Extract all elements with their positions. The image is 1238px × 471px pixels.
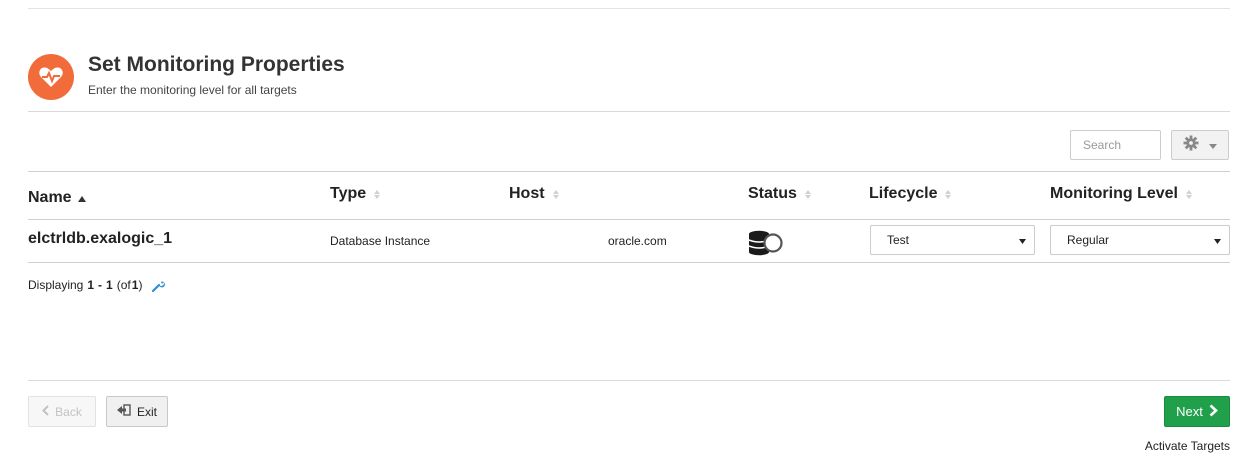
column-header-status[interactable]: Status <box>748 185 811 203</box>
column-header-status-label: Status <box>748 185 797 202</box>
sort-icon <box>804 189 811 199</box>
page-subtitle: Enter the monitoring level for all targe… <box>88 83 297 97</box>
column-header-type-label: Type <box>330 185 367 202</box>
table-header-divider <box>28 219 1230 220</box>
header-divider <box>28 111 1230 112</box>
chevron-left-icon <box>42 404 49 419</box>
footer-divider <box>28 380 1230 381</box>
column-header-lifecycle-label: Lifecycle <box>869 185 938 202</box>
back-button[interactable]: Back <box>28 396 96 427</box>
wrench-icon[interactable] <box>152 279 166 292</box>
monitoring-level-select[interactable]: Regular <box>1050 225 1230 255</box>
next-step-label: Activate Targets <box>1144 439 1230 453</box>
pagination-close: ) <box>138 278 143 292</box>
column-header-host-label: Host <box>509 185 545 202</box>
sort-icon <box>1186 189 1192 199</box>
search-input[interactable] <box>1070 130 1161 160</box>
target-name: elctrldb.exalogic_1 <box>28 230 173 247</box>
sort-icon <box>552 189 559 199</box>
page-title: Set Monitoring Properties <box>88 53 345 76</box>
column-header-name-label: Name <box>28 189 72 206</box>
column-header-host[interactable]: Host <box>509 185 559 203</box>
exit-button-label: Exit <box>136 404 157 419</box>
target-host: oracle.com <box>608 234 667 248</box>
monitoring-level-select-value: Regular <box>1067 233 1110 247</box>
database-status-icon <box>748 229 784 260</box>
table-bottom-divider <box>28 262 1230 263</box>
back-button-label: Back <box>55 404 82 419</box>
caret-down-icon <box>1214 233 1221 247</box>
top-divider <box>28 8 1230 9</box>
target-type: Database Instance <box>330 234 431 248</box>
next-button[interactable]: Next <box>1164 396 1230 427</box>
column-header-monitoring-level-label: Monitoring Level <box>1050 185 1178 202</box>
column-header-name[interactable]: Name <box>28 189 86 207</box>
caret-down-icon <box>1019 233 1026 247</box>
exit-button[interactable]: Exit <box>106 396 168 427</box>
next-button-label: Next <box>1176 404 1203 419</box>
chevron-down-icon <box>1209 136 1217 154</box>
sort-icon <box>374 189 381 199</box>
pagination-info: Displaying 1 - 1 (of 1) <box>28 278 166 292</box>
table-top-divider <box>28 171 1230 172</box>
sort-ascending-icon <box>77 189 86 207</box>
column-header-lifecycle[interactable]: Lifecycle <box>869 185 952 203</box>
page-header: Set Monitoring Properties Enter the moni… <box>28 52 345 100</box>
exit-icon <box>116 404 131 419</box>
column-header-monitoring-level[interactable]: Monitoring Level <box>1050 185 1192 203</box>
pagination-prefix: Displaying <box>28 278 84 292</box>
pagination-start: 1 <box>87 278 95 292</box>
pagination-total: 1 <box>131 278 139 292</box>
chevron-right-icon <box>1209 404 1218 420</box>
heart-pulse-icon <box>28 54 74 100</box>
sort-icon <box>945 189 952 199</box>
gear-icon <box>1183 135 1199 156</box>
pagination-end: 1 <box>106 278 113 292</box>
settings-menu-button[interactable] <box>1171 130 1229 160</box>
pagination-of: (of <box>116 278 131 292</box>
column-header-type[interactable]: Type <box>330 185 381 203</box>
pagination-separator: - <box>98 278 103 292</box>
lifecycle-select-value: Test <box>887 233 910 247</box>
lifecycle-select[interactable]: Test <box>870 225 1035 255</box>
